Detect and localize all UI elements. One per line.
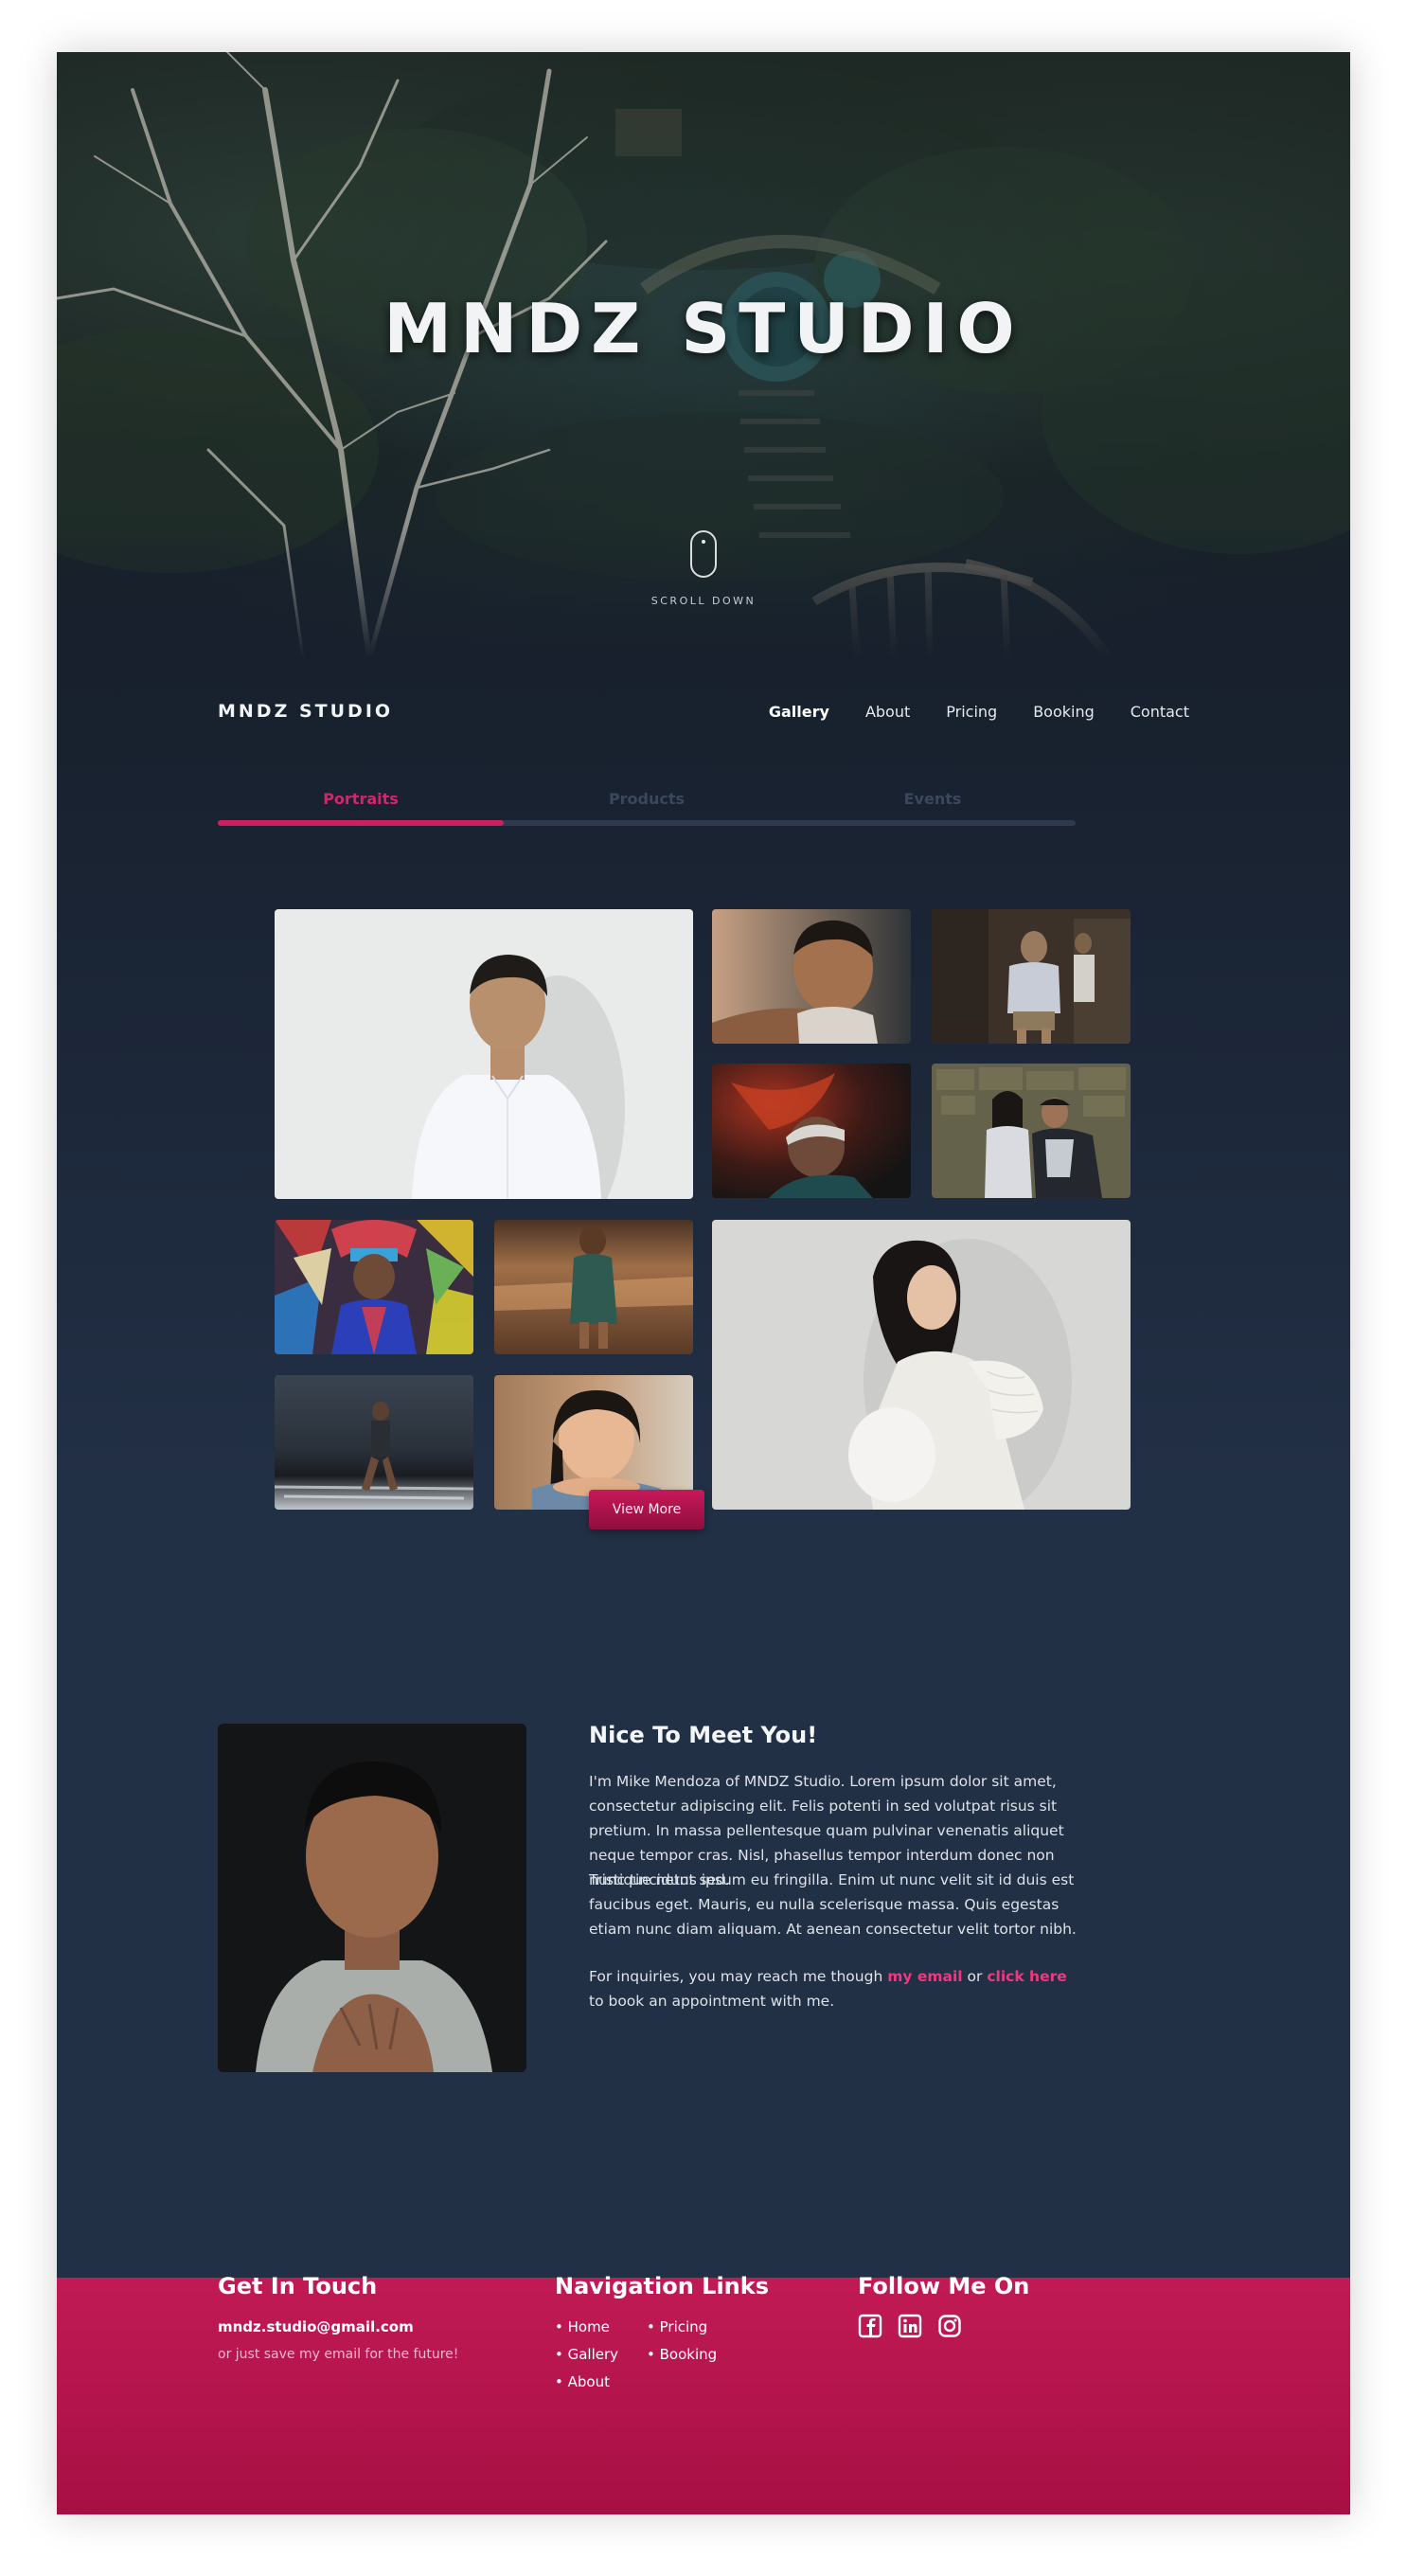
- facebook-icon[interactable]: [858, 2314, 882, 2338]
- tab-events[interactable]: Events: [790, 788, 1076, 826]
- footer-nav-heading: Navigation Links: [555, 2273, 770, 2299]
- view-more-button[interactable]: View More: [589, 1490, 704, 1530]
- gallery-photo-couple[interactable]: [932, 1064, 1131, 1198]
- about-paragraph-3: For inquiries, you may reach me though m…: [589, 1964, 1081, 2013]
- gallery-photo-man-white-shirt[interactable]: [275, 909, 693, 1199]
- about-heading: Nice To Meet You!: [589, 1722, 818, 1748]
- hero-title: MNDZ STUDIO: [383, 289, 1024, 368]
- footer-link-booking[interactable]: • Booking: [647, 2346, 717, 2363]
- footer-link-about[interactable]: • About: [555, 2373, 610, 2390]
- nav-link-pricing[interactable]: Pricing: [946, 703, 997, 721]
- about-booking-text: to book an appointment with me.: [589, 1993, 835, 2010]
- gallery-tabs: Portraits Products Events: [218, 788, 1076, 826]
- nav-link-contact[interactable]: Contact: [1131, 703, 1189, 721]
- page: MNDZ STUDIO SCROLL DOWN: [57, 52, 1350, 2514]
- nav-menu: Gallery About Pricing Booking Contact: [769, 703, 1189, 721]
- footer: [57, 2278, 1350, 2514]
- footer-link-gallery[interactable]: • Gallery: [555, 2346, 618, 2363]
- footer-link-home[interactable]: • Home: [555, 2318, 610, 2335]
- gallery-photo-girl-beach[interactable]: [494, 1220, 693, 1354]
- footer-get-in-touch-heading: Get In Touch: [218, 2273, 378, 2299]
- linkedin-icon[interactable]: [898, 2314, 922, 2338]
- footer-email-note: or just save my email for the future!: [218, 2347, 459, 2362]
- nav-brand-logo[interactable]: MNDZ STUDIO: [218, 701, 393, 722]
- gallery-photo-pregnant-woman[interactable]: [712, 1220, 1131, 1510]
- hero-banner: MNDZ STUDIO SCROLL DOWN: [57, 52, 1350, 658]
- footer-follow-heading: Follow Me On: [858, 2273, 1030, 2299]
- gallery-photo-boy-shore[interactable]: [275, 1375, 473, 1510]
- gallery-photo-elderly-man[interactable]: [932, 909, 1131, 1044]
- email-link[interactable]: my email: [887, 1968, 962, 1985]
- footer-link-pricing[interactable]: • Pricing: [647, 2318, 707, 2335]
- instagram-icon[interactable]: [937, 2314, 962, 2338]
- about-inquiry-text: For inquiries, you may reach me though: [589, 1968, 888, 1985]
- scroll-mouse-icon[interactable]: [690, 530, 717, 578]
- about-or-text: or: [962, 1968, 988, 1985]
- click-here-link[interactable]: click here: [987, 1968, 1066, 1985]
- tab-products[interactable]: Products: [504, 788, 790, 826]
- gallery-photo-child-smiling[interactable]: [712, 909, 911, 1044]
- scroll-down-label[interactable]: SCROLL DOWN: [57, 595, 1350, 607]
- tab-portraits[interactable]: Portraits: [218, 788, 504, 826]
- about-paragraph-2: Tristique netus ipsum eu fringilla. Enim…: [589, 1871, 1077, 1938]
- gallery-photo-festival-costume[interactable]: [275, 1220, 473, 1354]
- about-portrait-photo: [218, 1724, 526, 2072]
- nav-link-about[interactable]: About: [865, 703, 910, 721]
- nav-link-gallery[interactable]: Gallery: [769, 703, 829, 721]
- nav-link-booking[interactable]: Booking: [1033, 703, 1095, 721]
- gallery-photo-man-red-light[interactable]: [712, 1064, 911, 1198]
- footer-email[interactable]: mndz.studio@gmail.com: [218, 2318, 414, 2335]
